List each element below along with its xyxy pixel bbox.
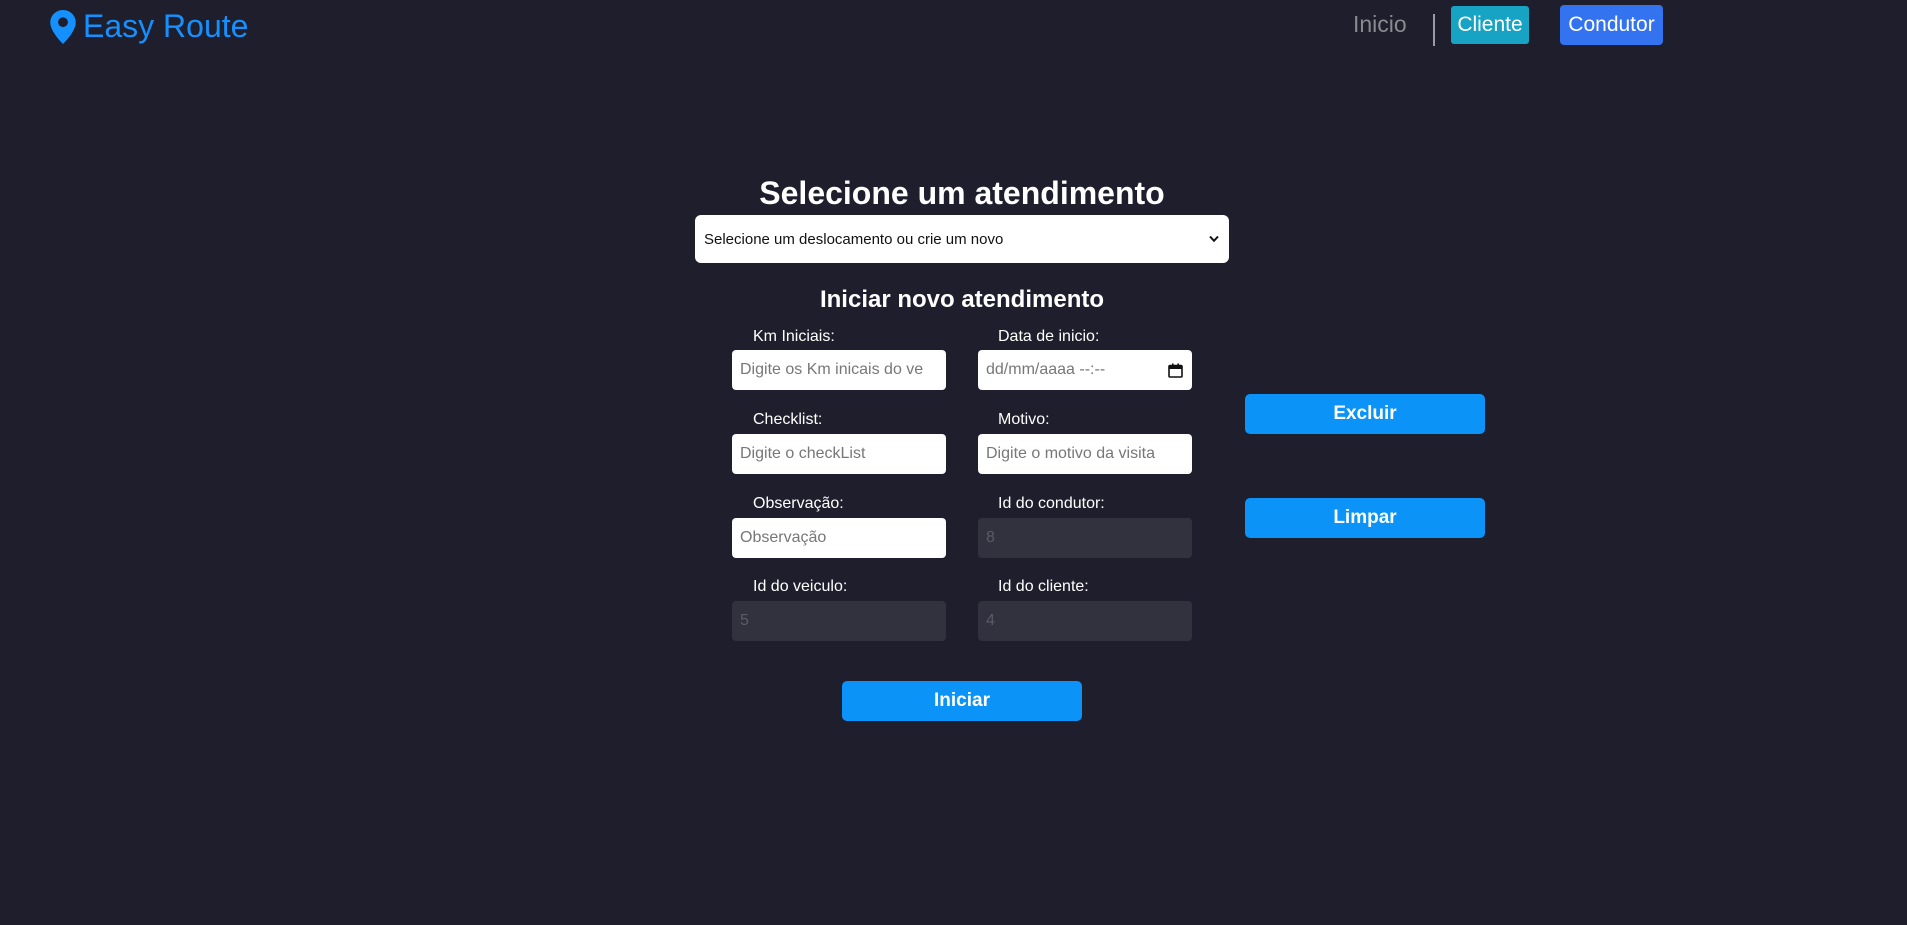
id-veiculo-label: Id do veiculo: [753, 578, 848, 595]
data-inicio-placeholder: dd/mm/aaaa --:-- [986, 361, 1106, 378]
motivo-input[interactable]: Digite o motivo da visita [978, 434, 1192, 474]
logo-text: Easy Route [83, 8, 249, 44]
km-iniciais-input[interactable]: Digite os Km inicais do ve [732, 350, 946, 390]
nav-cliente-button[interactable]: Cliente [1451, 6, 1529, 44]
id-condutor-label: Id do condutor: [998, 495, 1105, 512]
page-title: Selecione um atendimento [759, 175, 1165, 211]
motivo-label: Motivo: [998, 411, 1050, 428]
id-cliente-label: Id do cliente: [998, 578, 1089, 595]
observacao-label: Observação: [753, 495, 844, 512]
checklist-input[interactable]: Digite o checkList [732, 434, 946, 474]
data-inicio-input[interactable]: dd/mm/aaaa --:-- [978, 350, 1192, 390]
data-inicio-label: Data de inicio: [998, 328, 1100, 345]
map-pin-icon [50, 9, 76, 44]
km-iniciais-label: Km Iniciais: [753, 328, 835, 345]
atendimento-select-value: Selecione um deslocamento ou crie um nov… [704, 230, 1004, 248]
checklist-label: Checklist: [753, 411, 823, 428]
id-veiculo-input: 5 [732, 601, 946, 641]
excluir-button[interactable]: Excluir [1245, 394, 1485, 434]
nav-divider [1433, 14, 1435, 46]
nav-condutor-button[interactable]: Condutor [1560, 5, 1663, 45]
logo[interactable]: Easy Route [49, 8, 248, 45]
observacao-input[interactable]: Observação [732, 518, 946, 558]
nav-inicio-link[interactable]: Inicio [1353, 11, 1407, 38]
iniciar-button[interactable]: Iniciar [842, 681, 1082, 721]
chevron-down-icon [1209, 235, 1219, 243]
form-subtitle: Iniciar novo atendimento [819, 286, 1105, 313]
atendimento-select[interactable]: Selecione um deslocamento ou crie um nov… [695, 215, 1229, 263]
id-condutor-input: 8 [978, 518, 1192, 558]
calendar-icon[interactable] [1168, 363, 1183, 378]
limpar-button[interactable]: Limpar [1245, 498, 1485, 538]
id-cliente-input: 4 [978, 601, 1192, 641]
